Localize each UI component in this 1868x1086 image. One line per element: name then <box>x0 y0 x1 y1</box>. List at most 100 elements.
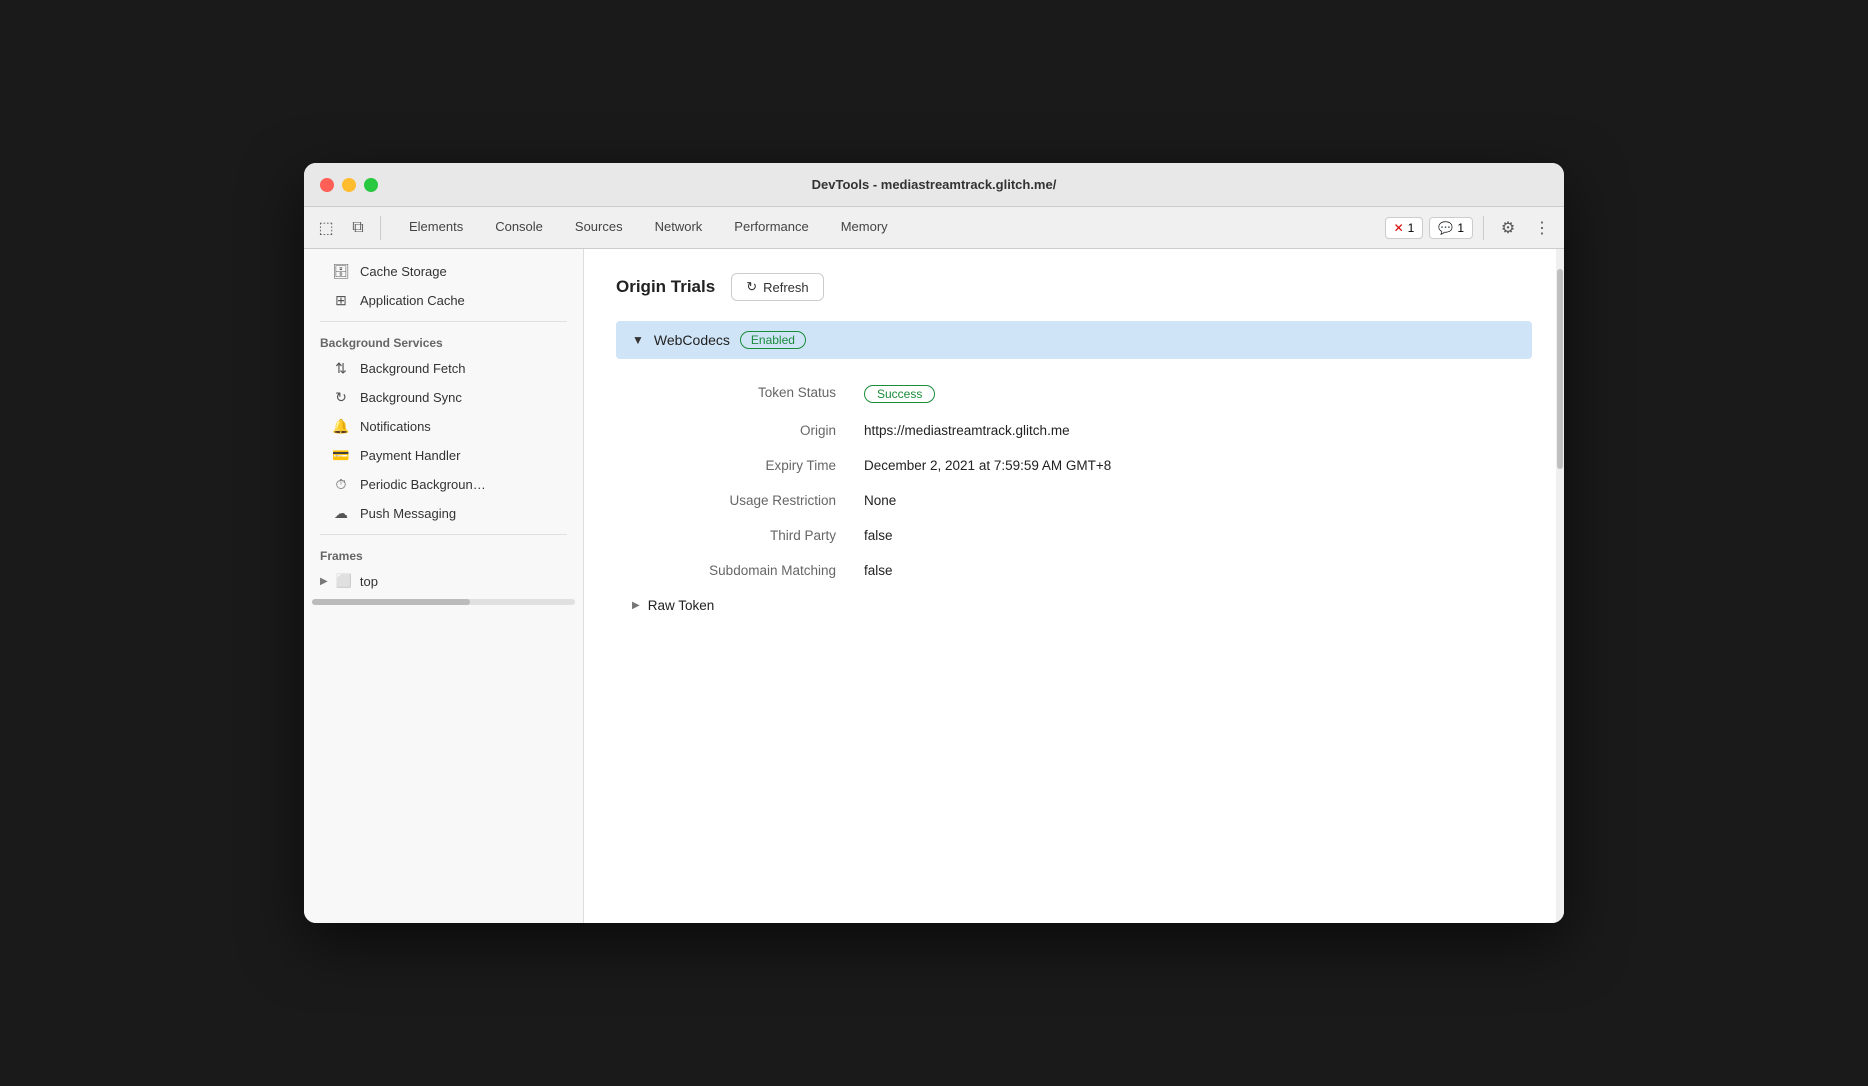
sidebar-item-application-cache-label: Application Cache <box>360 293 465 308</box>
content-scrollbar-thumb <box>1557 269 1563 469</box>
cache-storage-icon: 🗄 <box>332 263 350 280</box>
sidebar-item-notifications[interactable]: 🔔 Notifications <box>304 412 583 441</box>
content-scrollbar[interactable] <box>1556 249 1564 923</box>
tab-performance[interactable]: Performance <box>718 207 824 248</box>
right-separator <box>1483 216 1484 240</box>
usage-restriction-value: None <box>856 483 1532 518</box>
page-title: Origin Trials <box>616 277 715 297</box>
enabled-badge: Enabled <box>740 331 806 349</box>
raw-token-row[interactable]: ▶ Raw Token <box>616 588 1532 623</box>
device-toolbar-button[interactable]: ⧉ <box>344 214 372 242</box>
origin-value: https://mediastreamtrack.glitch.me <box>856 413 1532 448</box>
raw-token-label: Raw Token <box>648 598 715 613</box>
sidebar-scrollbar[interactable] <box>312 599 575 605</box>
devtools-window: DevTools - mediastreamtrack.glitch.me/ ⬚… <box>304 163 1564 923</box>
periodic-background-icon: ⏱ <box>332 476 350 493</box>
sidebar-item-application-cache[interactable]: ⊞ Application Cache <box>304 286 583 315</box>
third-party-value: false <box>856 518 1532 553</box>
tab-bar: ⬚ ⧉ Elements Console Sources Network Per… <box>304 207 1564 249</box>
token-status-key: Token Status <box>616 375 856 413</box>
tab-separator <box>380 216 381 240</box>
sidebar-divider-2 <box>320 534 567 535</box>
frames-top-label: top <box>360 574 378 589</box>
refresh-button[interactable]: ↻ Refresh <box>731 273 823 301</box>
sidebar-item-background-fetch-label: Background Fetch <box>360 361 466 376</box>
table-row-usage-restriction: Usage Restriction None <box>616 483 1532 518</box>
sidebar-item-cache-storage-label: Cache Storage <box>360 264 447 279</box>
table-row-origin: Origin https://mediastreamtrack.glitch.m… <box>616 413 1532 448</box>
table-row-token-status: Token Status Success <box>616 375 1532 413</box>
expiry-time-key: Expiry Time <box>616 448 856 483</box>
sidebar-divider-1 <box>320 321 567 322</box>
table-row-third-party: Third Party false <box>616 518 1532 553</box>
info-count: 1 <box>1457 221 1464 235</box>
sidebar-item-payment-handler[interactable]: 💳 Payment Handler <box>304 441 583 470</box>
content-area: Origin Trials ↻ Refresh ▼ WebCodecs Enab… <box>584 249 1564 923</box>
minimize-button[interactable] <box>342 178 356 192</box>
webcodecs-label: WebCodecs <box>654 332 730 348</box>
sidebar-item-payment-handler-label: Payment Handler <box>360 448 460 463</box>
select-tool-button[interactable]: ⬚ <box>312 214 340 242</box>
refresh-label: Refresh <box>763 280 809 295</box>
info-icon: 💬 <box>1438 221 1453 235</box>
info-badge-button[interactable]: 💬 1 <box>1429 217 1473 239</box>
close-button[interactable] <box>320 178 334 192</box>
chevron-right-icon: ▶ <box>320 576 328 587</box>
webcodecs-row[interactable]: ▼ WebCodecs Enabled <box>616 321 1532 359</box>
collapse-arrow-icon: ▼ <box>632 333 644 347</box>
sidebar-item-periodic-background[interactable]: ⏱ Periodic Backgroun… <box>304 470 583 499</box>
window-title: DevTools - mediastreamtrack.glitch.me/ <box>812 177 1057 192</box>
tab-sources[interactable]: Sources <box>559 207 639 248</box>
application-cache-icon: ⊞ <box>332 292 350 309</box>
background-sync-icon: ↻ <box>332 389 350 406</box>
subdomain-matching-key: Subdomain Matching <box>616 553 856 588</box>
tab-elements[interactable]: Elements <box>393 207 479 248</box>
sidebar-item-background-fetch[interactable]: ⇅ Background Fetch <box>304 354 583 383</box>
tab-list: Elements Console Sources Network Perform… <box>393 207 1385 248</box>
sidebar: 🗄 Cache Storage ⊞ Application Cache Back… <box>304 249 584 923</box>
tab-network[interactable]: Network <box>639 207 719 248</box>
push-messaging-icon: ☁ <box>332 505 350 522</box>
sidebar-item-background-sync[interactable]: ↻ Background Sync <box>304 383 583 412</box>
sidebar-item-background-sync-label: Background Sync <box>360 390 462 405</box>
tab-bar-right-controls: ✕ 1 💬 1 ⚙ ⋮ <box>1385 207 1556 248</box>
tab-bar-left-controls: ⬚ ⧉ <box>312 207 385 248</box>
tab-console[interactable]: Console <box>479 207 559 248</box>
main-layout: 🗄 Cache Storage ⊞ Application Cache Back… <box>304 249 1564 923</box>
frame-folder-icon: ⬜ <box>336 573 352 589</box>
table-row-expiry-time: Expiry Time December 2, 2021 at 7:59:59 … <box>616 448 1532 483</box>
expiry-time-value: December 2, 2021 at 7:59:59 AM GMT+8 <box>856 448 1532 483</box>
background-services-title: Background Services <box>304 328 583 354</box>
tab-memory[interactable]: Memory <box>825 207 904 248</box>
table-row-subdomain-matching: Subdomain Matching false <box>616 553 1532 588</box>
maximize-button[interactable] <box>364 178 378 192</box>
error-badge-button[interactable]: ✕ 1 <box>1385 217 1424 239</box>
origin-key: Origin <box>616 413 856 448</box>
traffic-lights <box>320 178 378 192</box>
sidebar-item-notifications-label: Notifications <box>360 419 431 434</box>
success-badge: Success <box>864 385 935 403</box>
notifications-icon: 🔔 <box>332 418 350 435</box>
title-bar: DevTools - mediastreamtrack.glitch.me/ <box>304 163 1564 207</box>
error-count: 1 <box>1408 221 1415 235</box>
frames-top-item[interactable]: ▶ ⬜ top <box>304 567 583 595</box>
sidebar-scrollbar-thumb <box>312 599 470 605</box>
usage-restriction-key: Usage Restriction <box>616 483 856 518</box>
settings-button[interactable]: ⚙ <box>1494 214 1522 242</box>
subdomain-matching-value: false <box>856 553 1532 588</box>
more-options-button[interactable]: ⋮ <box>1528 214 1556 242</box>
sidebar-item-push-messaging[interactable]: ☁ Push Messaging <box>304 499 583 528</box>
content-header: Origin Trials ↻ Refresh <box>616 273 1532 301</box>
third-party-key: Third Party <box>616 518 856 553</box>
frames-title: Frames <box>304 541 583 567</box>
refresh-icon: ↻ <box>746 279 757 295</box>
background-fetch-icon: ⇅ <box>332 360 350 377</box>
error-icon: ✕ <box>1394 221 1404 235</box>
sidebar-item-periodic-background-label: Periodic Backgroun… <box>360 477 486 492</box>
token-status-value: Success <box>856 375 1532 413</box>
sidebar-item-cache-storage[interactable]: 🗄 Cache Storage <box>304 257 583 286</box>
sidebar-item-push-messaging-label: Push Messaging <box>360 506 456 521</box>
payment-handler-icon: 💳 <box>332 447 350 464</box>
data-table: Token Status Success Origin https://medi… <box>616 375 1532 588</box>
raw-token-arrow-icon: ▶ <box>632 600 640 611</box>
